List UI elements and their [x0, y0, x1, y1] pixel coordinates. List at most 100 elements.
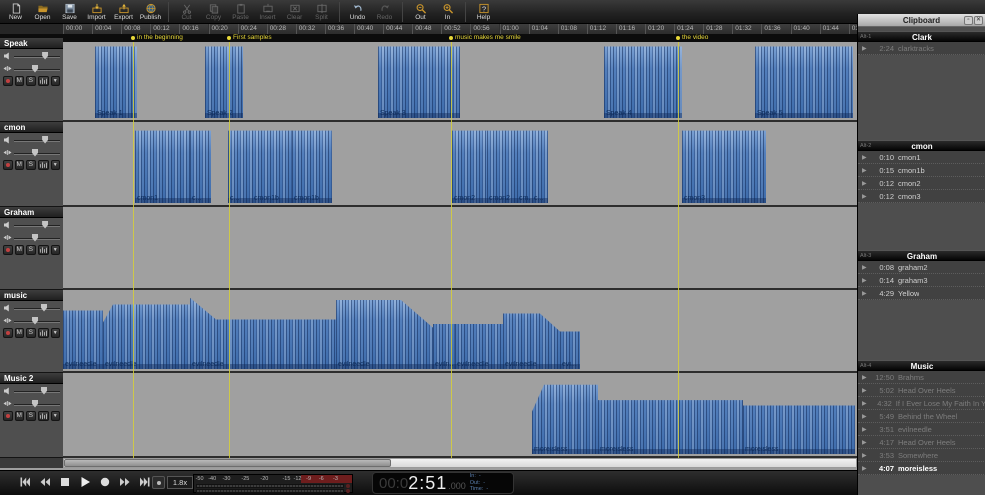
- undo-button[interactable]: Undo: [344, 0, 371, 24]
- clipboard-item[interactable]: ▶ 4:07 moreisless: [858, 462, 985, 475]
- volume-slider[interactable]: [14, 135, 60, 144]
- clipboard-item[interactable]: ▶ 0:15 cmon1b: [858, 164, 985, 177]
- audio-clip[interactable]: cmon2: [452, 126, 487, 203]
- mute-button[interactable]: M: [14, 245, 24, 255]
- track-menu-button[interactable]: ▼: [50, 328, 60, 338]
- record-arm-button[interactable]: [3, 245, 13, 255]
- solo-button[interactable]: S: [26, 411, 36, 421]
- play-triangle-icon[interactable]: ▶: [862, 400, 868, 407]
- section-header[interactable]: Alt-3 Graham: [858, 250, 985, 261]
- rewind-button[interactable]: [38, 475, 52, 489]
- audio-clip[interactable]: evilneedle: [190, 294, 336, 369]
- play-triangle-icon[interactable]: ▶: [862, 387, 868, 394]
- play-triangle-icon[interactable]: ▶: [862, 439, 868, 446]
- clipboard-item[interactable]: ▶ 0:12 cmon3: [858, 190, 985, 203]
- fast-forward-button[interactable]: [118, 475, 132, 489]
- pan-slider[interactable]: [14, 399, 60, 408]
- audio-clip[interactable]: Speak 1: [95, 42, 137, 118]
- volume-slider-thumb[interactable]: [42, 135, 49, 144]
- clipboard-item[interactable]: ▶ 4:29 Yellow: [858, 287, 985, 300]
- audio-clip[interactable]: c...: [532, 126, 548, 203]
- play-triangle-icon[interactable]: ▶: [862, 193, 868, 200]
- audio-clip[interactable]: Speak 5: [755, 42, 853, 118]
- audio-clip[interactable]: evilneedle: [103, 294, 190, 369]
- pan-slider-thumb[interactable]: [32, 64, 38, 73]
- volume-slider[interactable]: [14, 386, 60, 395]
- mute-button[interactable]: M: [14, 76, 24, 86]
- new-button[interactable]: New: [2, 0, 29, 24]
- volume-slider-thumb[interactable]: [42, 51, 49, 60]
- stop-button[interactable]: [58, 475, 72, 489]
- out-button[interactable]: Out: [407, 0, 434, 24]
- horizontal-scrollbar-thumb[interactable]: [64, 459, 391, 467]
- marker-strip[interactable]: in the beginning First samples music makes…: [0, 34, 857, 42]
- audio-clip[interactable]: moreisless: [743, 377, 855, 454]
- timeline-ruler[interactable]: 00:00 00:04 00:08 00:12 00:16 00:20 00:24 00:28…: [63, 24, 857, 34]
- horizontal-scrollbar-track[interactable]: [63, 458, 857, 468]
- pan-slider[interactable]: [14, 64, 60, 73]
- clipboard-item[interactable]: ▶ 12:50 Brahms: [858, 371, 985, 384]
- pan-slider-thumb[interactable]: [32, 233, 38, 242]
- pause-at-record-button[interactable]: [152, 476, 165, 489]
- solo-button[interactable]: S: [26, 328, 36, 338]
- clipboard-item[interactable]: ▶ 0:14 graham3: [858, 274, 985, 287]
- volume-slider[interactable]: [14, 220, 60, 229]
- save-button[interactable]: Save: [56, 0, 83, 24]
- audio-clip[interactable]: cmon1: [135, 126, 190, 203]
- volume-slider-thumb[interactable]: [41, 386, 47, 395]
- timeline-marker[interactable]: music makes me smile: [449, 34, 521, 42]
- clipboard-item[interactable]: ▶ 0:08 graham2: [858, 261, 985, 274]
- audio-clip[interactable]: cmon1b: [292, 126, 332, 203]
- section-header[interactable]: Alt-4 Music: [858, 360, 985, 371]
- clipboard-item[interactable]: ▶ 2:24 clarktracks: [858, 42, 985, 55]
- audio-clip[interactable]: evilneedle: [455, 294, 503, 369]
- record-arm-button[interactable]: [3, 160, 13, 170]
- audio-clip[interactable]: c...: [190, 126, 211, 203]
- section-header[interactable]: Alt-2 cmon: [858, 140, 985, 151]
- clipboard-item[interactable]: ▶ 0:10 cmon1: [858, 151, 985, 164]
- audio-clip[interactable]: moreisless: [532, 377, 598, 454]
- solo-button[interactable]: S: [26, 160, 36, 170]
- track-menu-button[interactable]: ▼: [50, 411, 60, 421]
- audio-clip[interactable]: Speak 3: [378, 42, 460, 118]
- effects-eq-button[interactable]: [37, 328, 49, 338]
- timeline-marker[interactable]: the video: [676, 34, 708, 42]
- volume-slider[interactable]: [14, 51, 60, 60]
- play-triangle-icon[interactable]: ▶: [862, 180, 868, 187]
- volume-slider[interactable]: [14, 303, 60, 312]
- audio-clip[interactable]: evi...: [560, 294, 580, 369]
- play-triangle-icon[interactable]: ▶: [862, 277, 868, 284]
- play-triangle-icon[interactable]: ▶: [862, 465, 868, 472]
- volume-slider-thumb[interactable]: [42, 220, 49, 229]
- play-triangle-icon[interactable]: ▶: [862, 426, 868, 433]
- solo-button[interactable]: S: [26, 245, 36, 255]
- effects-eq-button[interactable]: [37, 411, 49, 421]
- timeline-marker[interactable]: First samples: [227, 34, 272, 42]
- record-button[interactable]: [98, 475, 112, 489]
- play-triangle-icon[interactable]: ▶: [862, 45, 868, 52]
- effects-eq-button[interactable]: [37, 160, 49, 170]
- track-lane-cmon[interactable]: cmon1 c... c... cmon1b cmon1b cmon2 cmon2 cm...…: [63, 122, 857, 207]
- import-button[interactable]: Import: [83, 0, 110, 24]
- play-triangle-icon[interactable]: ▶: [862, 452, 868, 459]
- track-menu-button[interactable]: ▼: [50, 160, 60, 170]
- clipboard-item[interactable]: ▶ 0:12 cmon2: [858, 177, 985, 190]
- clipboard-item[interactable]: ▶ 3:51 evilneedle: [858, 423, 985, 436]
- play-triangle-icon[interactable]: ▶: [862, 264, 868, 271]
- audio-clip[interactable]: evilneedle: [336, 294, 433, 369]
- export-button[interactable]: Export: [110, 0, 137, 24]
- clipboard-item[interactable]: ▶ 5:49 Behind the Wheel: [858, 410, 985, 423]
- audio-clip[interactable]: c...: [228, 126, 252, 203]
- audio-clip[interactable]: cmon1b: [252, 126, 292, 203]
- skip-end-button[interactable]: [138, 475, 152, 489]
- timeline-lanes[interactable]: Speak 1 Speak 2 Speak 3 Speak 4 Speak 5 cmon1…: [63, 42, 857, 458]
- record-arm-button[interactable]: [3, 328, 13, 338]
- pan-slider[interactable]: [14, 233, 60, 242]
- play-triangle-icon[interactable]: ▶: [862, 290, 868, 297]
- play-triangle-icon[interactable]: ▶: [862, 154, 868, 161]
- pan-slider-thumb[interactable]: [32, 399, 38, 408]
- track-menu-button[interactable]: ▼: [50, 76, 60, 86]
- audio-clip[interactable]: evilneedle: [503, 294, 560, 369]
- play-triangle-icon[interactable]: ▶: [862, 413, 868, 420]
- mute-button[interactable]: M: [14, 411, 24, 421]
